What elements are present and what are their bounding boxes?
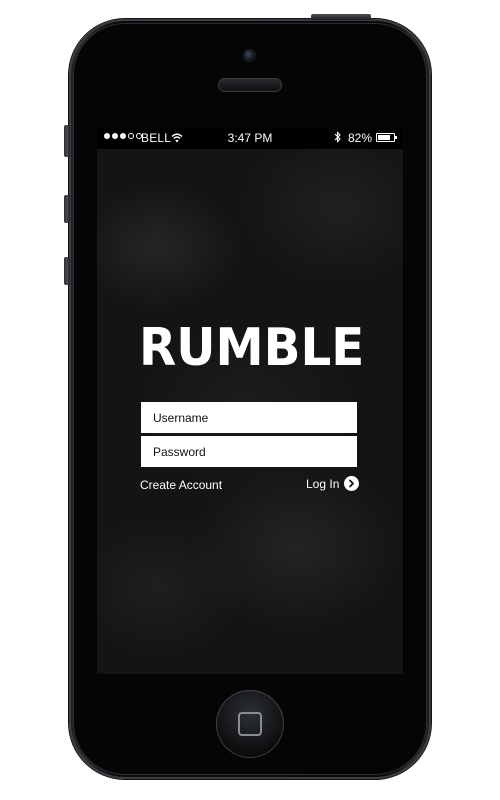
speaker-grille bbox=[218, 78, 282, 92]
app-logo: RUMBLE bbox=[139, 318, 364, 378]
login-label: Log In bbox=[306, 476, 340, 491]
bluetooth-icon bbox=[334, 131, 342, 146]
status-bar: BELL 3:47 PM 82% bbox=[97, 127, 403, 149]
login-button[interactable]: Log In bbox=[306, 476, 360, 491]
phone-screen: BELL 3:47 PM 82% RUMBLE Username Create … bbox=[97, 127, 403, 674]
battery-level-fill bbox=[378, 135, 391, 140]
home-square-icon bbox=[238, 712, 262, 736]
canvas: BELL 3:47 PM 82% RUMBLE Username Create … bbox=[0, 0, 500, 800]
camera-icon bbox=[244, 50, 255, 61]
battery-icon bbox=[376, 133, 397, 142]
volume-up-button bbox=[64, 195, 70, 223]
chevron-right-circle-icon bbox=[344, 476, 360, 491]
mute-switch bbox=[64, 125, 70, 157]
username-field[interactable] bbox=[141, 402, 357, 433]
power-button bbox=[311, 14, 371, 20]
home-button bbox=[216, 690, 284, 758]
volume-down-button bbox=[64, 257, 70, 285]
battery-tip bbox=[395, 136, 397, 139]
password-field[interactable] bbox=[141, 436, 357, 467]
battery-percentage: 82% bbox=[348, 131, 373, 145]
create-account-link[interactable]: Create Account bbox=[140, 478, 222, 492]
logo-text: RUMBLE bbox=[139, 318, 365, 378]
